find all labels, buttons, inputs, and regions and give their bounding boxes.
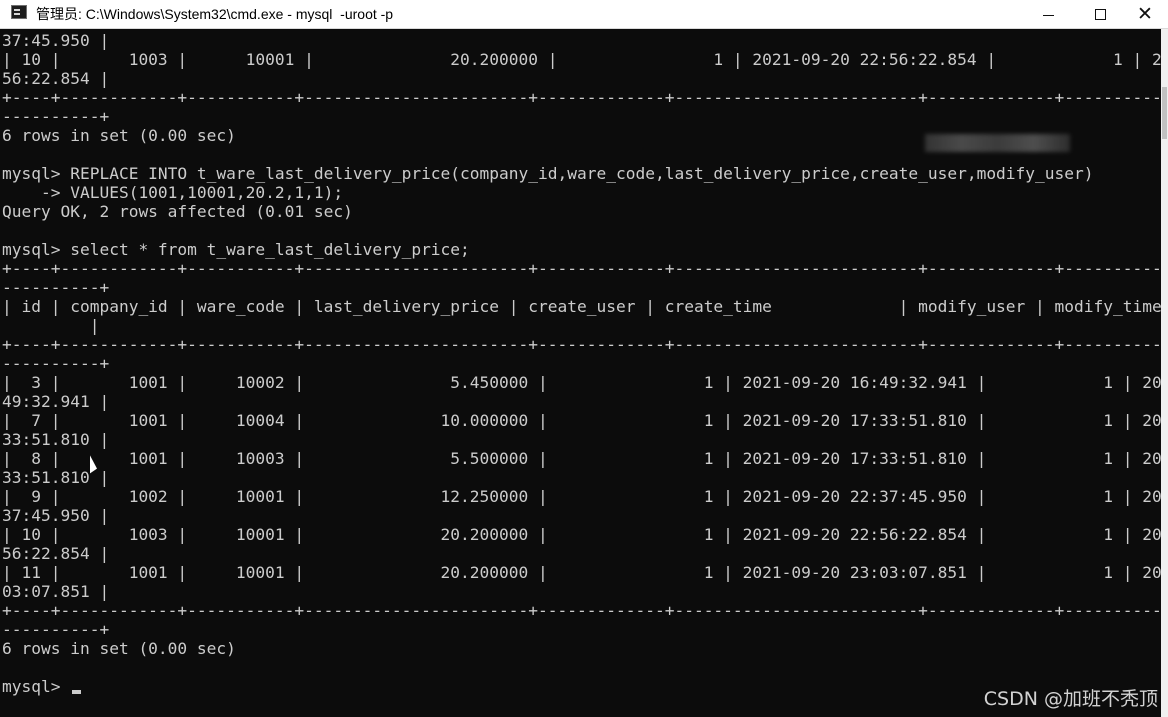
console-lines: 37:45.950 | | 10 | 1003 | 10001 | 20.2000… bbox=[2, 31, 1161, 696]
console-line: | bbox=[2, 316, 100, 335]
console-line: 56:22.854 | bbox=[2, 544, 110, 563]
console-line: | 9 | 1002 | 10001 | 12.250000 | 1 | 202… bbox=[2, 487, 1161, 506]
console-line: +----+------------+-----------+---------… bbox=[2, 259, 1161, 278]
text-cursor bbox=[72, 690, 82, 694]
window-title: 管理员: C:\Windows\System32\cmd.exe - mysql… bbox=[36, 6, 394, 22]
close-icon: ✕ bbox=[1137, 3, 1153, 25]
console-line: | id | company_id | ware_code | last_del… bbox=[2, 297, 1161, 316]
title-bar[interactable]: 管理员: C:\Windows\System32\cmd.exe - mysql… bbox=[0, 0, 1168, 29]
console-output[interactable]: 37:45.950 | | 10 | 1003 | 10001 | 20.2000… bbox=[0, 29, 1161, 717]
console-line: 56:22.854 | bbox=[2, 69, 110, 88]
console-line: ----------+ bbox=[2, 107, 110, 126]
minimize-icon bbox=[1042, 14, 1054, 16]
console-line: | 11 | 1001 | 10001 | 20.200000 | 1 | 20… bbox=[2, 563, 1161, 582]
console-line: 03:07.851 | bbox=[2, 582, 110, 601]
console-line: | 10 | 1003 | 10001 | 20.200000 | 1 | 20… bbox=[2, 525, 1161, 544]
console-line: +----+------------+-----------+---------… bbox=[2, 335, 1161, 354]
scrollbar-thumb[interactable] bbox=[1162, 87, 1167, 139]
console-line: +----+------------+-----------+---------… bbox=[2, 88, 1161, 107]
blurred-region bbox=[925, 134, 1070, 152]
console-line: ----------+ bbox=[2, 620, 110, 639]
console-line: | 8 | 1001 | 10003 | 5.500000 | 1 | 2021… bbox=[2, 449, 1161, 468]
console-line: +----+------------+-----------+---------… bbox=[2, 601, 1161, 620]
console-line: 33:51.810 | bbox=[2, 468, 110, 487]
console-line: Query OK, 2 rows affected (0.01 sec) bbox=[2, 202, 353, 221]
console-line: | 7 | 1001 | 10004 | 10.000000 | 1 | 202… bbox=[2, 411, 1161, 430]
cmd-icon[interactable] bbox=[11, 5, 27, 19]
console-line: 6 rows in set (0.00 sec) bbox=[2, 639, 236, 658]
maximize-button[interactable] bbox=[1077, 0, 1123, 28]
mouse-pointer-icon bbox=[90, 455, 97, 477]
console-line: 33:51.810 | bbox=[2, 430, 110, 449]
console-line: ----------+ bbox=[2, 354, 110, 373]
console-line: -> VALUES(1001,10001,20.2,1,1); bbox=[2, 183, 344, 202]
cmd-window: 管理员: C:\Windows\System32\cmd.exe - mysql… bbox=[0, 0, 1168, 717]
vertical-scrollbar[interactable] bbox=[1161, 29, 1168, 717]
console-line: | 10 | 1003 | 10001 | 20.200000 | 1 | 20… bbox=[2, 50, 1161, 69]
console-line: 37:45.950 | bbox=[2, 31, 110, 50]
console-line: ----------+ bbox=[2, 278, 110, 297]
watermark: CSDN @加班不秃顶 bbox=[983, 688, 1158, 710]
close-button[interactable]: ✕ bbox=[1122, 0, 1168, 28]
maximize-icon bbox=[1094, 8, 1106, 20]
console-line: 49:32.941 | bbox=[2, 392, 110, 411]
console-line: mysql> select * from t_ware_last_deliver… bbox=[2, 240, 470, 259]
console-line: mysql> REPLACE INTO t_ware_last_delivery… bbox=[2, 164, 1094, 183]
console-line: 37:45.950 | bbox=[2, 506, 110, 525]
minimize-button[interactable] bbox=[1025, 0, 1071, 28]
console-line: | 3 | 1001 | 10002 | 5.450000 | 1 | 2021… bbox=[2, 373, 1161, 392]
